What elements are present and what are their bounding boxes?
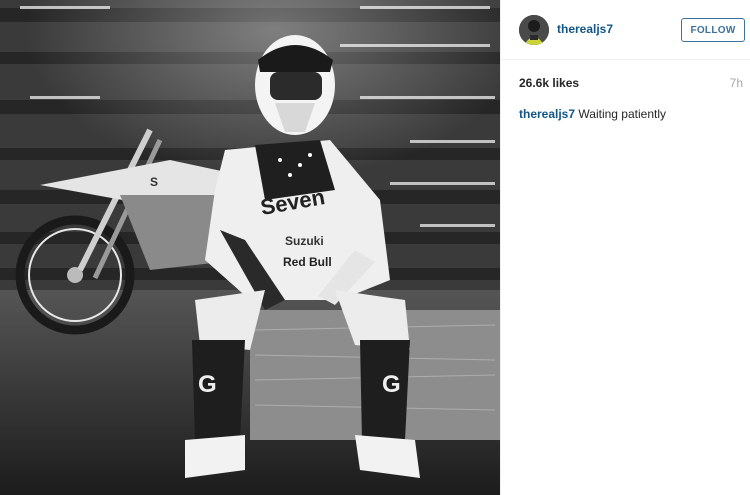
- jersey-sponsor-text-2: Red Bull: [283, 255, 332, 269]
- avatar[interactable]: [519, 15, 549, 45]
- likes-count[interactable]: 26.6k likes: [519, 76, 579, 90]
- svg-text:S: S: [150, 175, 158, 189]
- caption-text: Waiting patiently: [578, 107, 666, 121]
- avatar-icon: [519, 15, 549, 45]
- svg-text:G: G: [382, 371, 401, 398]
- post-caption: therealjs7 Waiting patiently: [519, 106, 745, 122]
- jersey-sponsor-text: Suzuki: [285, 234, 324, 248]
- follow-button[interactable]: FOLLOW: [681, 18, 745, 42]
- post-timestamp[interactable]: 7h: [730, 76, 743, 90]
- username-link[interactable]: therealjs7: [557, 22, 613, 36]
- post-sidebar: therealjs7 FOLLOW 26.6k likes 7h thereal…: [500, 0, 750, 495]
- post-meta: 26.6k likes 7h: [519, 76, 745, 92]
- photo-image: S Seven Suzuki Red Bull G G: [0, 0, 500, 495]
- caption-username-link[interactable]: therealjs7: [519, 107, 575, 121]
- post-header: therealjs7 FOLLOW: [501, 0, 750, 60]
- post-photo[interactable]: S Seven Suzuki Red Bull G G: [0, 0, 500, 495]
- svg-text:G: G: [198, 371, 217, 398]
